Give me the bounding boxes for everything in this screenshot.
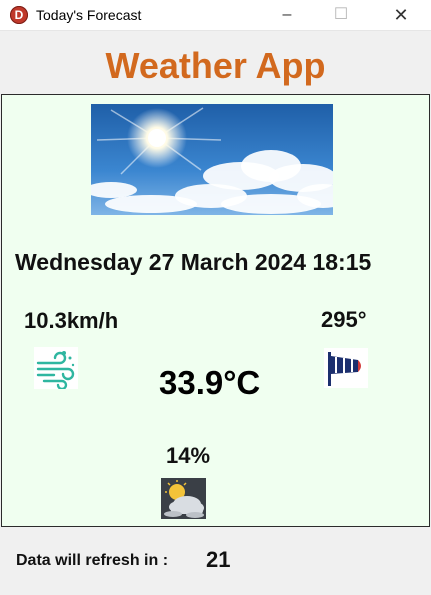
app-logo-icon: D [10, 6, 28, 24]
title-bar[interactable]: D Today's Forecast – ☐ ✕ [0, 0, 431, 31]
sunny-sky-image [91, 104, 333, 215]
minimize-button[interactable]: – [265, 0, 309, 30]
maximize-button[interactable]: ☐ [319, 0, 363, 30]
sun-behind-clouds-icon [161, 478, 206, 519]
humidity-value: 14% [166, 443, 211, 468]
window-title: Today's Forecast [36, 7, 142, 23]
app-title: Weather App [105, 45, 326, 86]
wind-icon [34, 347, 78, 391]
refresh-countdown: 21 [206, 547, 231, 572]
wind-direction-value: 295° [321, 307, 367, 332]
wind-speed-value: 10.3km/h [24, 308, 119, 333]
close-button[interactable]: ✕ [379, 0, 423, 30]
windsock-icon [324, 348, 368, 388]
refresh-footer: Data will refresh in : 21 [0, 527, 431, 595]
weather-panel: Wednesday 27 March 2024 18:15 10.3km/h 2… [1, 94, 430, 527]
temperature-value: 33.9°C [159, 364, 261, 401]
app-header: Weather App [0, 31, 431, 94]
refresh-label: Data will refresh in : [16, 552, 169, 569]
current-datetime: Wednesday 27 March 2024 18:15 [15, 249, 372, 275]
